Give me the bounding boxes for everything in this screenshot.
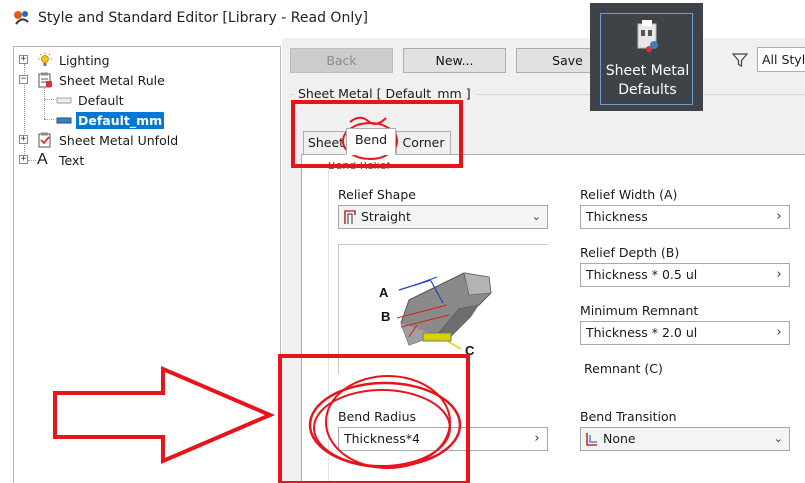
bend-radius-label: Bend Radius [338,409,417,424]
chevron-right-icon[interactable]: › [769,206,789,228]
bend-transition-dropdown[interactable]: None ⌄ [580,427,790,451]
back-button[interactable]: Back [290,48,393,73]
group-title: Sheet Metal [ Default_mm ] [294,86,475,101]
minimum-remnant-value: Thickness * 2.0 ul [586,325,698,340]
tab-bend[interactable]: Bend [346,128,396,155]
tree-connector [44,88,45,119]
tree-item-label: Lighting [59,52,110,68]
sheet-metal-unfold-icon [38,132,51,148]
bend-radius-field[interactable]: Thickness*4 › [338,427,548,451]
preview-label-b: B [381,309,390,324]
style-swatch-icon [56,97,72,104]
tree-item-label: Default_mm [76,111,165,129]
preview-label-a: A [379,285,389,300]
tree-connector [44,119,54,120]
tree-item-lighting[interactable]: Lighting [37,50,112,70]
chevron-right-icon[interactable]: › [769,264,789,286]
tree-item-text[interactable]: A Text [37,150,86,170]
tab-corner[interactable]: Corner [396,131,451,155]
straight-relief-icon [344,210,356,224]
expand-toggle-text[interactable]: + [19,155,28,164]
chevron-right-icon[interactable]: › [527,428,547,450]
tree-item-sheet-metal-unfold[interactable]: Sheet Metal Unfold [37,130,180,150]
sheet-metal-defaults-icon [637,20,658,52]
relief-shape-label: Relief Shape [338,187,416,202]
style-filter-select[interactable]: All Style [757,47,805,72]
relief-preview-image: A B C [338,244,548,374]
expand-toggle-sheet-metal-unfold[interactable]: + [19,135,28,144]
filter-icon[interactable] [732,52,748,68]
tree-connector [44,99,54,100]
sheet-metal-rule-icon [38,72,52,88]
tree-item-label: Sheet Metal Unfold [59,132,179,148]
new-button[interactable]: New... [403,48,506,73]
tab-sheet[interactable]: Sheet [303,131,349,155]
relief-depth-label: Relief Depth (B) [580,245,680,260]
sheet-metal-defaults-tooltip[interactable]: Sheet Metal Defaults [590,3,703,111]
text-icon: A [37,151,48,168]
preview-label-c: C [465,343,475,358]
collapse-toggle-sheet-metal-rule[interactable]: − [19,75,28,84]
tree-item-label: Default [78,92,124,108]
tree-connector [28,160,36,161]
tree-item-label: Text [59,152,85,168]
style-swatch-icon [56,117,72,124]
tree-item-default-mm[interactable]: Default_mm [56,110,165,130]
tree-item-label: Sheet Metal Rule [59,72,165,88]
minimum-remnant-field[interactable]: Thickness * 2.0 ul › [580,321,790,345]
relief-depth-value: Thickness * 0.5 ul [586,267,698,282]
remnant-label: Remnant (C) [584,361,663,376]
tree-item-sheet-metal-rule[interactable]: Sheet Metal Rule [37,70,167,90]
tooltip-line-2: Defaults [618,82,677,98]
minimum-remnant-label: Minimum Remnant [580,303,699,318]
relief-width-label: Relief Width (A) [580,187,678,202]
relief-width-value: Thickness [586,209,648,224]
bend-transition-none-icon [586,433,597,446]
bend-radius-value: Thickness*4 [344,431,420,446]
app-logo-icon [14,11,29,25]
relief-depth-field[interactable]: Thickness * 0.5 ul › [580,263,790,287]
bend-transition-label: Bend Transition [580,409,677,424]
relief-shape-dropdown[interactable]: Straight ⌄ [338,205,548,229]
expand-toggle-lighting[interactable]: + [19,55,28,64]
tooltip-label: Sheet Metal Defaults [601,62,694,100]
relief-shape-value: Straight [361,209,411,224]
relief-width-field[interactable]: Thickness › [580,205,790,229]
tooltip-line-1: Sheet Metal [605,63,690,79]
lighting-icon [38,52,52,66]
tooltip-frame: Sheet Metal Defaults [600,13,693,105]
chevron-right-icon[interactable]: › [769,322,789,344]
bend-relief-section-label: Bend Relief [328,162,391,172]
chevron-down-icon: ⌄ [531,210,541,223]
tree-item-default[interactable]: Default [56,90,126,110]
chevron-down-icon: ⌄ [773,432,783,445]
window-title: Style and Standard Editor [Library - Rea… [38,10,368,26]
bend-transition-value: None [603,431,636,446]
